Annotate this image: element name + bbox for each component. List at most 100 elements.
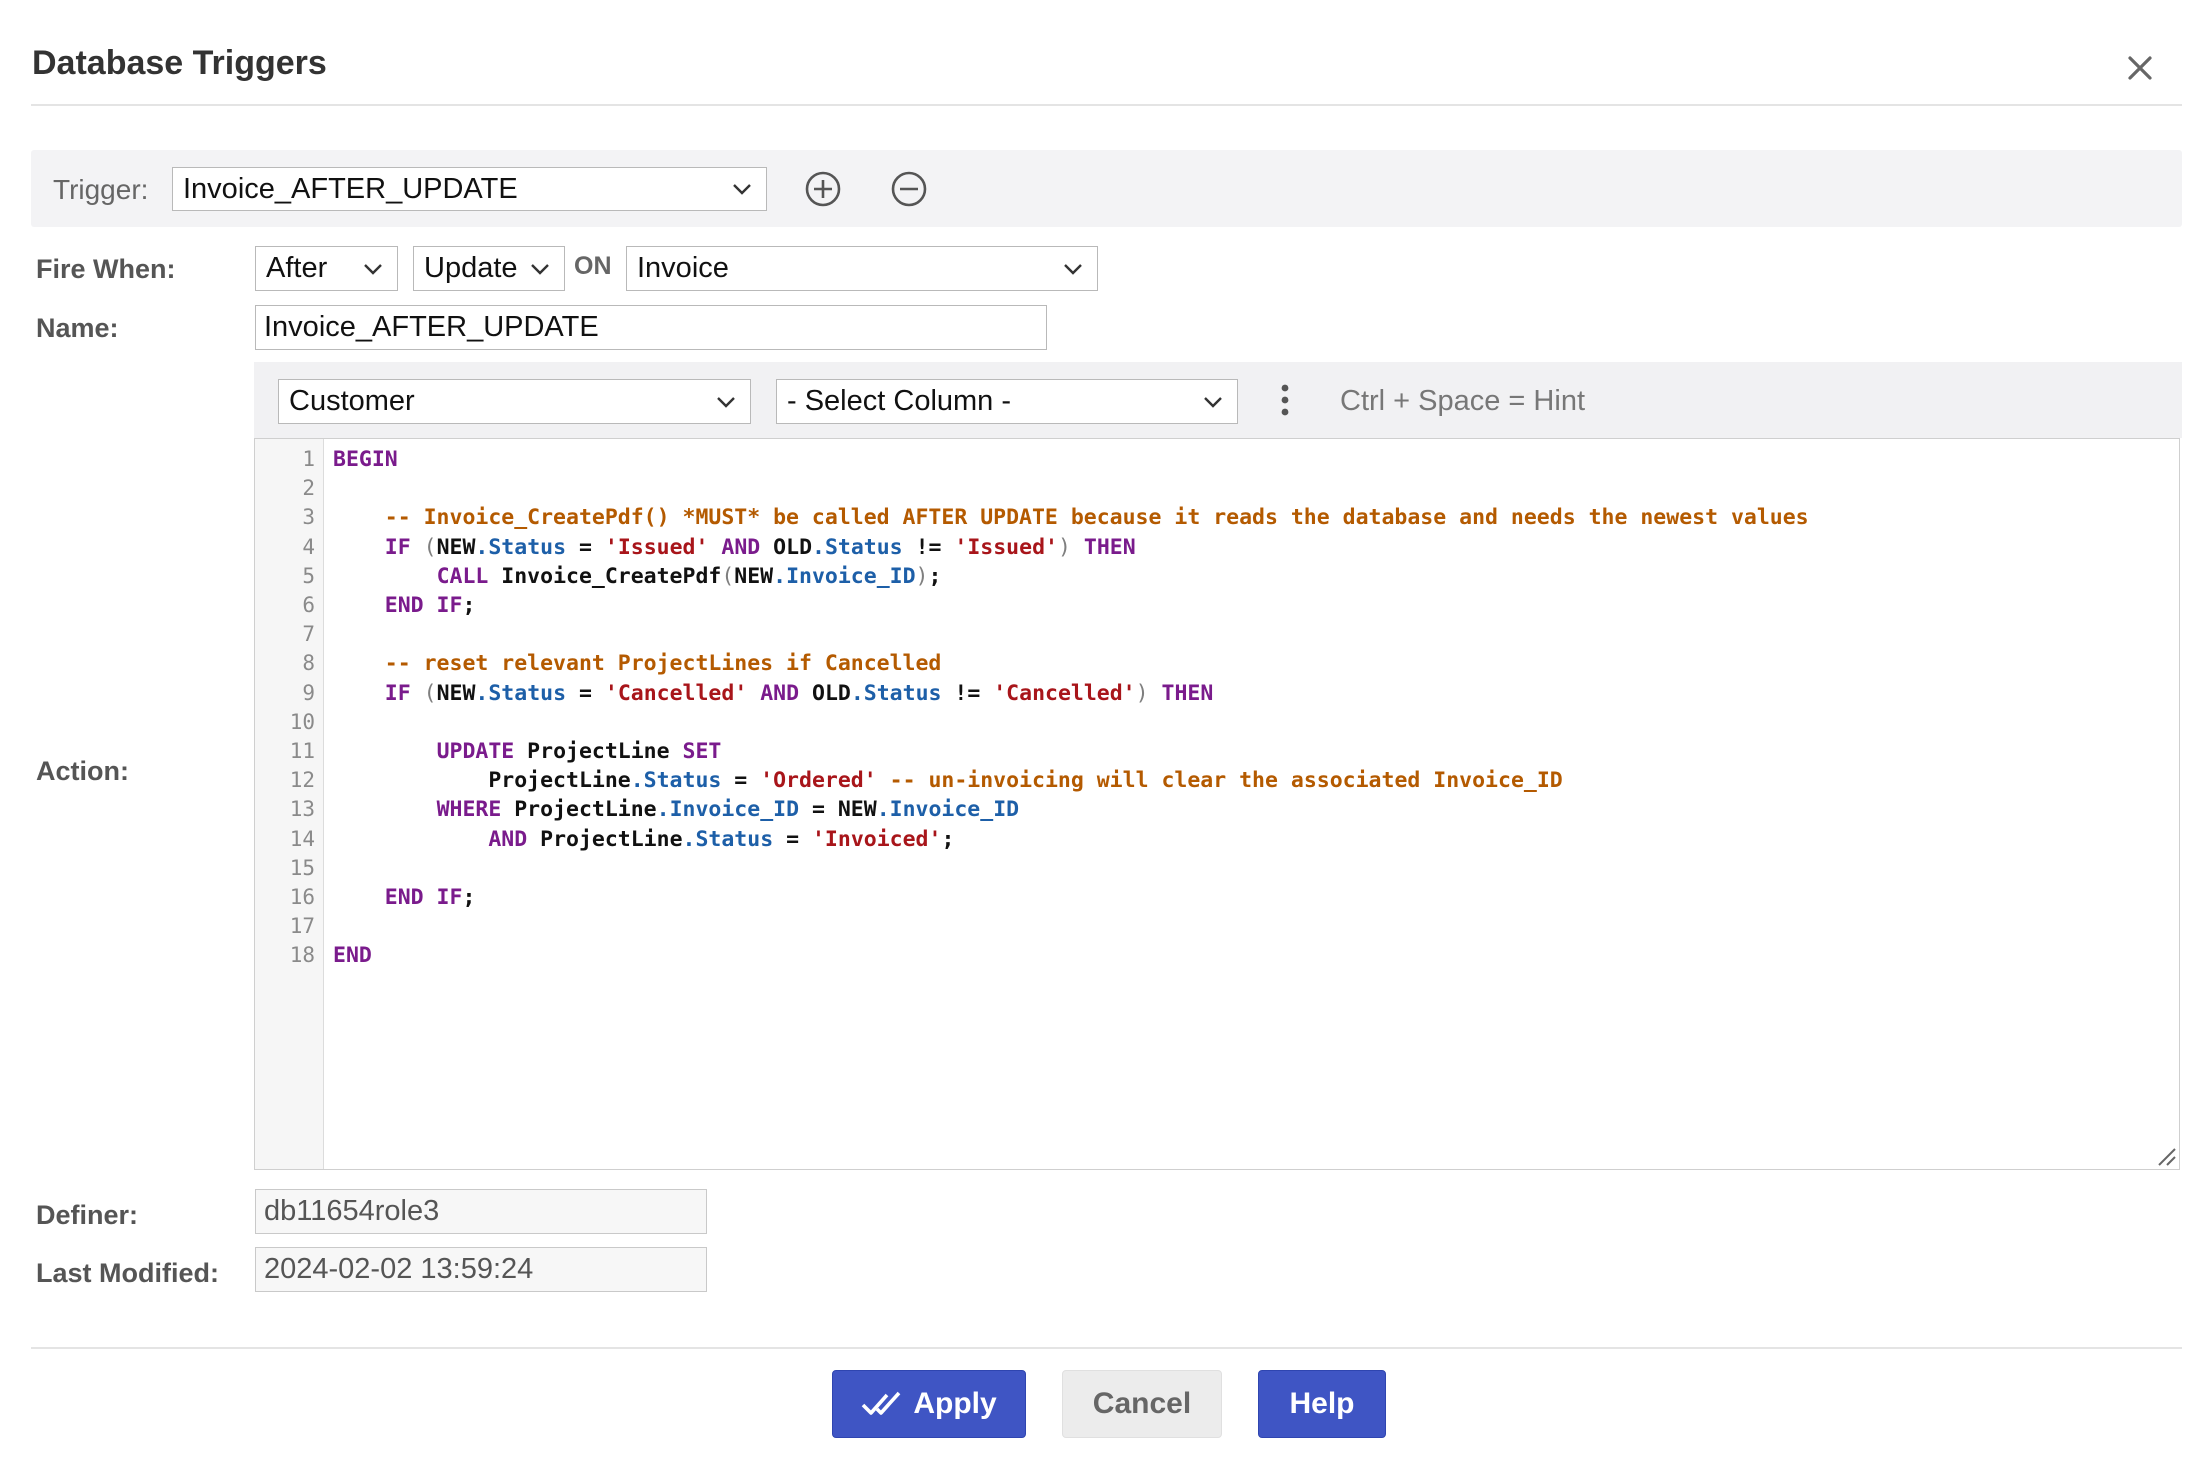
code-token: .Status	[475, 534, 567, 560]
code-token: -- un-invoicing will clear the associate…	[889, 768, 1563, 794]
last-modified-value: 2024-02-02 13:59:24	[264, 1253, 534, 1285]
code-editor[interactable]: 1 2 3 4 5 6 7 8 9 10 11 12 13 14 15 16 17 18 BEGIN -- Inv…	[254, 438, 2180, 1170]
table-select[interactable]: Invoice	[626, 246, 1098, 291]
fire-when-label: Fire When:	[36, 254, 176, 284]
code-token: =	[773, 826, 812, 852]
line-number: 2	[302, 476, 315, 501]
code-token: -- Invoice_CreatePdf() *MUST* be called …	[384, 505, 1809, 531]
apply-label: Apply	[913, 1387, 997, 1420]
definer-label: Definer:	[36, 1200, 139, 1230]
fire-timing-select[interactable]: After	[255, 246, 398, 291]
line-number: 3	[302, 505, 315, 530]
fire-timing-value: After	[266, 252, 328, 284]
help-button[interactable]: Help	[1258, 1370, 1386, 1438]
code-token: =	[566, 534, 605, 560]
fire-event-select[interactable]: Update	[413, 246, 565, 291]
definer-field: db11654role3	[255, 1189, 707, 1234]
double-check-icon	[862, 1391, 901, 1415]
action-table-select[interactable]: Customer	[278, 379, 751, 424]
last-modified-label: Last Modified:	[36, 1258, 219, 1288]
code-token: ;	[462, 593, 476, 618]
code-line: -- reset relevant ProjectLines if Cancel…	[333, 651, 942, 677]
code-token: ;	[941, 826, 955, 852]
more-options-icon[interactable]	[1270, 380, 1300, 420]
code-token: AND	[488, 826, 528, 852]
code-token: (	[423, 534, 437, 560]
code-token: !=	[902, 534, 955, 560]
code-line: IF (NEW.Status = 'Cancelled' AND OLD.Sta…	[333, 680, 1214, 706]
code-line: ProjectLine.Status = 'Ordered' -- un-inv…	[333, 768, 1563, 794]
add-trigger-icon[interactable]	[803, 169, 843, 209]
line-number: 6	[302, 593, 315, 617]
code-token: = NEW	[799, 797, 877, 823]
code-token: THEN	[1083, 534, 1136, 560]
table-select-value: Invoice	[637, 252, 729, 284]
code-token: AND	[721, 534, 761, 560]
code-token: )	[1135, 680, 1149, 706]
code-line: UPDATE ProjectLine SET	[333, 739, 722, 764]
code-token: .Invoice_ID	[773, 563, 916, 589]
line-number-gutter: 1 2 3 4 5 6 7 8 9 10 11 12 13 14 15 16 17 18	[255, 439, 324, 1169]
line-number: 8	[302, 651, 315, 676]
apply-button[interactable]: Apply	[832, 1370, 1026, 1438]
code-token: IF	[384, 680, 411, 706]
code-token: Invoice_CreatePdf	[488, 563, 722, 589]
code-token: END	[333, 943, 372, 969]
name-input[interactable]: Invoice_AFTER_UPDATE	[255, 305, 1047, 350]
line-number: 11	[289, 739, 315, 763]
code-token: END IF	[384, 885, 463, 910]
line-number: 14	[289, 826, 315, 851]
code-token: BEGIN	[333, 447, 398, 472]
name-input-value: Invoice_AFTER_UPDATE	[264, 311, 599, 343]
code-token: CALL	[436, 563, 489, 589]
remove-trigger-icon[interactable]	[889, 169, 929, 209]
help-label: Help	[1289, 1387, 1355, 1420]
code-token: AND	[760, 680, 800, 706]
code-line: END	[333, 943, 372, 968]
chevron-down-icon	[733, 184, 751, 195]
line-number: 10	[289, 709, 315, 734]
trigger-select[interactable]: Invoice_AFTER_UPDATE	[172, 167, 767, 211]
code-token: .Status	[682, 826, 774, 852]
code-token: .Invoice_ID	[876, 797, 1020, 823]
code-token: (	[721, 563, 735, 589]
code-line: IF (NEW.Status = 'Issued' AND OLD.Status…	[333, 535, 1136, 560]
code-token: .Status	[475, 680, 567, 706]
name-label: Name:	[36, 313, 119, 343]
code-token: .Status	[850, 680, 942, 706]
action-column-value: - Select Column -	[787, 385, 1012, 417]
resize-handle-icon[interactable]	[2155, 1145, 2177, 1167]
code-token: -- reset relevant ProjectLines if Cancel…	[384, 651, 942, 677]
code-token: THEN	[1161, 680, 1214, 706]
chevron-down-icon	[717, 396, 735, 408]
line-number: 13	[289, 797, 315, 822]
code-token: ProjectLine	[501, 797, 657, 823]
code-token: OLD	[760, 534, 813, 560]
code-token: .Status	[630, 768, 722, 794]
dialog-title: Database Triggers	[32, 44, 327, 82]
code-token: )	[915, 563, 929, 589]
code-line: CALL Invoice_CreatePdf(NEW.Invoice_ID);	[333, 563, 942, 589]
code-token: 'Cancelled'	[993, 680, 1136, 706]
code-token: =	[566, 680, 605, 706]
action-column-select[interactable]: - Select Column -	[776, 379, 1238, 424]
code-token: ;	[928, 563, 942, 589]
cancel-button[interactable]: Cancel	[1062, 1370, 1222, 1438]
chevron-down-icon	[531, 263, 549, 275]
code-token: .Invoice_ID	[656, 797, 800, 823]
line-number: 12	[289, 768, 315, 793]
code-line: END IF;	[333, 593, 476, 618]
code-line: -- Invoice_CreatePdf() *MUST* be called …	[333, 505, 1809, 530]
close-icon[interactable]	[2118, 46, 2162, 90]
code-token: UPDATE	[436, 739, 515, 764]
